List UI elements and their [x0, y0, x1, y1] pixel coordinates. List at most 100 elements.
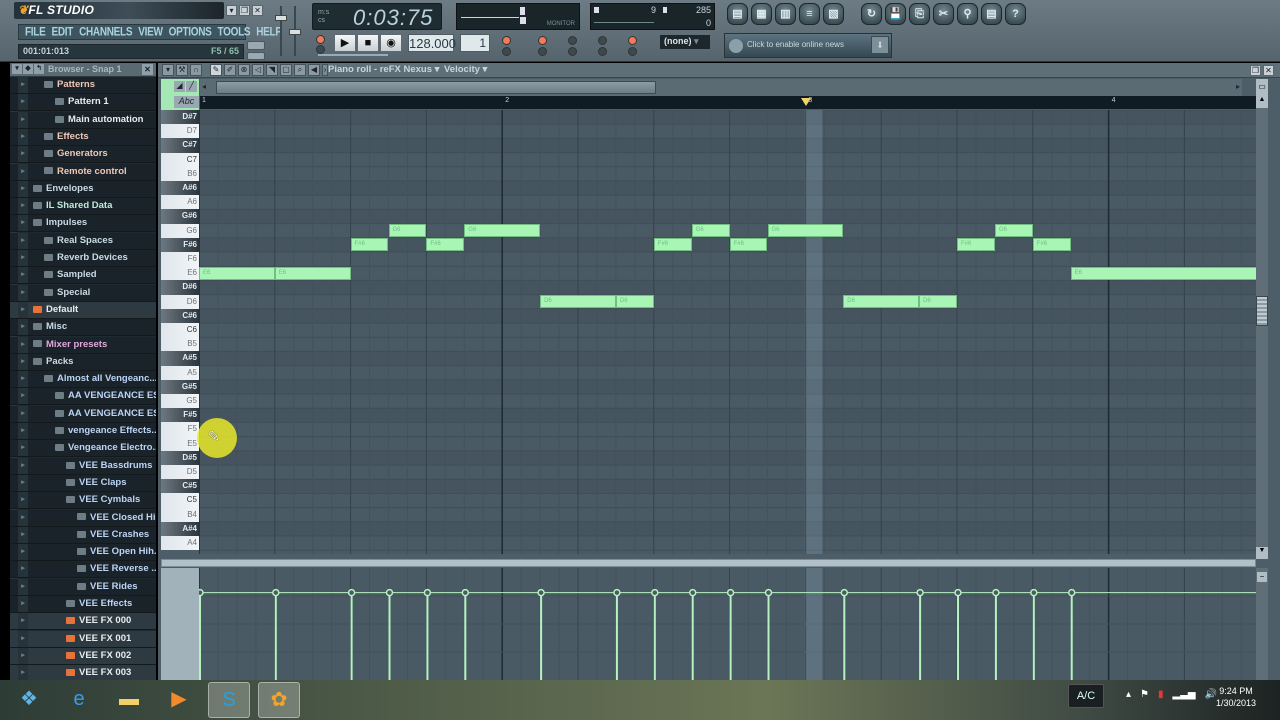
pattern-selector[interactable]: (none) ▾ [660, 35, 710, 49]
expand-toggle-icon[interactable]: ▸ [18, 371, 28, 388]
brush-tool-icon[interactable]: ✐ [224, 64, 236, 76]
file-explorer-icon[interactable]: ▬ [108, 682, 150, 718]
position-slider[interactable] [318, 54, 388, 56]
minimize-button[interactable]: ▾ [226, 5, 237, 16]
restore-button[interactable]: ❐ [239, 5, 250, 16]
note-grid[interactable]: E6 E6 F#6 G6 F#6 G6 D6 D6 F#6 G6 F#6 G6 D6 D6 F#6 G6 F#6… [199, 110, 1256, 554]
piano-key[interactable]: B5 [161, 337, 199, 352]
undo-icon[interactable]: ↻ [861, 3, 882, 25]
tempo-display[interactable]: 128.000 [408, 34, 456, 52]
expand-toggle-icon[interactable]: ▸ [18, 267, 28, 284]
browser-item[interactable]: ▸ VEE Open Hih... [10, 544, 156, 562]
piano-key[interactable]: D5 [161, 465, 199, 480]
skype-icon[interactable]: S [208, 682, 250, 718]
network-icon[interactable]: ▂▃▅ [1173, 689, 1196, 700]
browser-item[interactable]: ▸ AA VENGEANCE ES... [10, 405, 156, 423]
browser-title[interactable]: Browser - Snap 1 [48, 63, 122, 76]
browser-item[interactable]: ▸ VEE Closed Hi... [10, 509, 156, 527]
menu-channels[interactable]: CHANNELS [79, 26, 132, 39]
pattern-mode-led[interactable] [316, 35, 325, 44]
browser-item[interactable]: ▸ Effects [10, 128, 156, 146]
browser-item[interactable]: ▸ Reverb Devices [10, 250, 156, 267]
browser-item[interactable]: ▸ Special [10, 284, 156, 302]
browser-item[interactable]: ▸ Pattern 1 [10, 94, 156, 112]
expand-toggle-icon[interactable]: ▸ [18, 561, 28, 578]
expand-toggle-icon[interactable]: ▸ [18, 353, 28, 370]
scroll-right-icon[interactable]: ▸ [1236, 82, 1240, 91]
online-news-bar[interactable]: Click to enable online news ⬇ [724, 33, 892, 58]
piano-key[interactable]: E6 [161, 266, 199, 281]
mute-tool-icon[interactable]: ◁ [252, 64, 264, 76]
piano-key[interactable]: F#6 [161, 237, 199, 252]
save-icon[interactable]: 💾 [885, 3, 906, 25]
piano-key[interactable]: F#5 [161, 408, 199, 423]
piano-roll-icon[interactable]: ▥ [775, 3, 796, 25]
note[interactable]: E6 [199, 266, 275, 280]
time-display[interactable]: m:s cs 0:03:75 [312, 3, 442, 30]
browser-item[interactable]: ▸ VEE Rides [10, 578, 156, 596]
media-player-icon[interactable]: ▶ [158, 682, 200, 718]
velocity-zoom-icon[interactable]: − [1257, 572, 1267, 582]
note[interactable]: G6 [994, 224, 1033, 238]
menu-view[interactable]: VIEW [138, 26, 163, 39]
playlist-icon[interactable]: ▤ [727, 3, 748, 25]
vertical-scroll-thumb[interactable] [1256, 296, 1268, 326]
browser-item[interactable]: ▸ Real Spaces [10, 232, 156, 250]
piano-roll-close-button[interactable]: ✕ [1263, 65, 1274, 76]
browser-item[interactable]: ▸ Sampled [10, 267, 156, 285]
piano-key[interactable]: A#5 [161, 351, 199, 366]
slice-tool-icon[interactable]: ◥ [266, 64, 278, 76]
expand-toggle-icon[interactable]: ▸ [18, 77, 28, 93]
expand-toggle-icon[interactable]: ▸ [18, 232, 28, 249]
expand-toggle-icon[interactable]: ▸ [18, 94, 28, 111]
piano-key[interactable]: G6 [161, 223, 199, 238]
browser-icon[interactable]: ≡ [799, 3, 820, 25]
browser-item[interactable]: ▸ IL Shared Data [10, 198, 156, 216]
timeline-ruler[interactable]: 1234 [200, 96, 1256, 109]
scroll-left-icon[interactable]: ◂ [202, 82, 206, 91]
expand-toggle-icon[interactable]: ▸ [18, 613, 28, 630]
mode-toggle-button[interactable] [247, 52, 265, 60]
master-volume-slider[interactable] [275, 15, 287, 21]
expand-toggle-icon[interactable]: ▸ [18, 474, 28, 491]
expand-toggle-icon[interactable]: ▸ [18, 388, 28, 405]
auto-scroll-led[interactable] [598, 47, 607, 56]
browser-item[interactable]: ▸ AA VENGEANCE ES... [10, 388, 156, 406]
note[interactable]: D6 [919, 295, 957, 309]
zoom-bar-icon[interactable]: ▭ [1256, 79, 1268, 96]
velocity-editor[interactable] [199, 568, 1256, 680]
master-pitch-slider[interactable] [289, 29, 301, 35]
overdub-led[interactable] [628, 47, 637, 56]
expand-toggle-icon[interactable]: ▸ [18, 146, 28, 163]
browser-item[interactable]: ▸ Main automation [10, 111, 156, 129]
expand-toggle-icon[interactable]: ▸ [18, 215, 28, 232]
multilink-led[interactable] [628, 36, 637, 45]
scroll-up-icon[interactable]: ▲ [1256, 96, 1268, 108]
close-button[interactable]: ✕ [252, 5, 263, 16]
piano-key[interactable]: A6 [161, 195, 199, 210]
note[interactable]: D6 [843, 295, 920, 309]
piano-key[interactable]: A#6 [161, 181, 199, 196]
browser-item[interactable]: ▸ VEE FX 000 [10, 613, 156, 631]
expand-toggle-icon[interactable]: ▸ [18, 647, 28, 664]
download-icon[interactable]: ⬇ [871, 36, 889, 54]
pencil-tool-icon[interactable]: ✎ [210, 64, 222, 76]
note[interactable]: G6 [464, 224, 541, 238]
magnet-icon[interactable]: ∩ [190, 64, 202, 76]
note-label-button[interactable]: Abc [174, 96, 199, 108]
note[interactable]: G6 [691, 224, 730, 238]
internet-explorer-icon[interactable]: e [58, 682, 100, 718]
slide-icon[interactable]: ╱ [186, 81, 197, 92]
cut-icon[interactable]: ✂ [933, 3, 954, 25]
expand-toggle-icon[interactable]: ▸ [18, 492, 28, 509]
piano-key[interactable]: C7 [161, 152, 199, 167]
expand-toggle-icon[interactable]: ▸ [18, 198, 28, 215]
note[interactable]: F#6 [1032, 238, 1071, 252]
playback-tool-icon[interactable]: ◀ [308, 64, 320, 76]
expand-toggle-icon[interactable]: ▸ [18, 665, 28, 680]
piano-key[interactable]: D#7 [161, 110, 199, 125]
browser-expand-icon[interactable]: ◆ [23, 64, 33, 74]
note[interactable]: D6 [540, 295, 616, 309]
menu-file[interactable]: FILE [25, 26, 46, 39]
expand-toggle-icon[interactable]: ▸ [18, 250, 28, 266]
